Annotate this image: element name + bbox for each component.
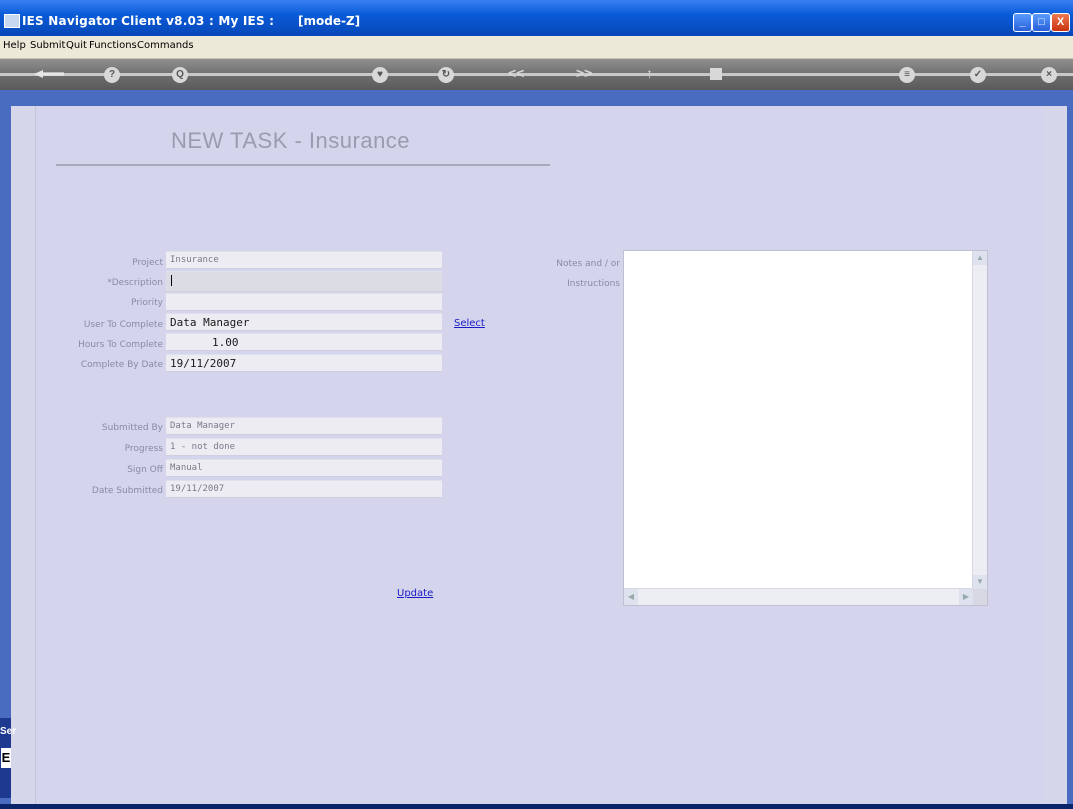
update-link[interactable]: Update bbox=[397, 588, 433, 599]
user-to-complete-value: Data Manager bbox=[170, 316, 250, 329]
app-window: IES Navigator Client v8.03 : My IES : [m… bbox=[0, 0, 1073, 809]
project-label: Project bbox=[132, 258, 163, 268]
project-field[interactable]: Insurance bbox=[166, 251, 442, 269]
hours-value: 1.00 bbox=[212, 336, 239, 349]
sign-off-field: Manual bbox=[166, 459, 442, 477]
refresh-icon[interactable]: ↻ bbox=[438, 67, 454, 83]
menu-icon[interactable]: ≡ bbox=[899, 67, 915, 83]
complete-by-field[interactable]: 19/11/2007 bbox=[166, 354, 442, 372]
next-icon[interactable]: >> bbox=[576, 65, 592, 81]
up-icon[interactable]: ↑ bbox=[646, 65, 653, 81]
menu-submit[interactable]: Submit bbox=[30, 40, 65, 51]
stop-icon[interactable] bbox=[710, 68, 722, 80]
maximize-button[interactable]: □ bbox=[1032, 13, 1051, 32]
complete-by-label: Complete By Date bbox=[80, 360, 163, 370]
scroll-down-icon[interactable]: ▼ bbox=[973, 575, 987, 589]
submitted-by-label: Submitted By bbox=[101, 423, 163, 433]
prev-icon[interactable]: << bbox=[508, 65, 524, 81]
menu-quit[interactable]: Quit bbox=[66, 40, 87, 51]
mode-indicator: [mode-Z] bbox=[298, 14, 361, 28]
progress-label: Progress bbox=[124, 444, 163, 454]
date-submitted-label: Date Submitted bbox=[91, 486, 163, 496]
hours-label: Hours To Complete bbox=[78, 340, 163, 350]
date-submitted-field: 19/11/2007 bbox=[166, 480, 442, 498]
close-button[interactable]: X bbox=[1051, 13, 1070, 32]
project-value: Insurance bbox=[170, 255, 219, 265]
select-user-link[interactable]: Select bbox=[454, 318, 485, 329]
frame-border-bottom bbox=[0, 804, 1073, 809]
instructions-label: Instructions bbox=[567, 279, 620, 289]
user-to-complete-label: User To Complete bbox=[83, 320, 163, 330]
progress-field: 1 - not done bbox=[166, 438, 442, 456]
frame-border-right bbox=[1067, 90, 1073, 804]
title-divider bbox=[56, 164, 550, 166]
title-bar[interactable]: IES Navigator Client v8.03 : My IES : [m… bbox=[0, 0, 1073, 36]
menu-functions[interactable]: Functions bbox=[89, 40, 137, 51]
text-caret bbox=[171, 275, 172, 286]
scroll-left-icon[interactable]: ◀ bbox=[624, 589, 638, 605]
hours-field[interactable]: 1.00 bbox=[166, 333, 442, 351]
sign-off-label: Sign Off bbox=[127, 465, 163, 475]
toolbar: ? Q ♥ ↻ << >> ↑ ≡ ✓ × bbox=[0, 59, 1073, 90]
ok-icon[interactable]: ✓ bbox=[970, 67, 986, 83]
priority-label: Priority bbox=[130, 298, 163, 308]
back-arrow-icon[interactable] bbox=[34, 70, 64, 78]
side-taskbar-item[interactable]: E bbox=[1, 748, 11, 768]
close-icon[interactable]: × bbox=[1041, 67, 1057, 83]
frame-border-top bbox=[0, 90, 1073, 106]
notes-horizontal-scrollbar[interactable]: ◀ ▶ bbox=[624, 588, 973, 605]
help-icon[interactable]: ? bbox=[104, 67, 120, 83]
menu-bar: Help Submit Quit Functions Commands bbox=[0, 36, 1073, 59]
progress-value: 1 - not done bbox=[170, 442, 236, 452]
heart-icon[interactable]: ♥ bbox=[372, 67, 388, 83]
date-submitted-value: 19/11/2007 bbox=[170, 484, 225, 494]
app-icon bbox=[4, 14, 20, 28]
submitted-by-field: Data Manager bbox=[166, 417, 442, 435]
description-input[interactable] bbox=[166, 271, 442, 292]
search-icon[interactable]: Q bbox=[172, 67, 188, 83]
frame-border-left bbox=[0, 90, 11, 804]
complete-by-value: 19/11/2007 bbox=[170, 357, 237, 370]
description-label: *Description bbox=[107, 278, 163, 288]
minimize-button[interactable]: _ bbox=[1013, 13, 1032, 32]
user-to-complete-field[interactable]: Data Manager bbox=[166, 313, 442, 331]
priority-field[interactable] bbox=[166, 293, 442, 311]
submitted-by-value: Data Manager bbox=[170, 421, 236, 431]
notes-textarea[interactable]: ▲ ▼ ◀ ▶ bbox=[623, 250, 988, 606]
page-title: NEW TASK - Insurance bbox=[171, 128, 411, 153]
window-title: IES Navigator Client v8.03 : My IES : bbox=[22, 14, 275, 28]
notes-label: Notes and / or bbox=[556, 259, 620, 269]
menu-help[interactable]: Help bbox=[3, 40, 26, 51]
sign-off-value: Manual bbox=[170, 463, 203, 473]
menu-commands[interactable]: Commands bbox=[137, 40, 194, 51]
resize-grip[interactable] bbox=[973, 589, 987, 605]
side-taskbar-label: Ser bbox=[0, 726, 17, 737]
scroll-up-icon[interactable]: ▲ bbox=[973, 251, 987, 265]
scroll-right-icon[interactable]: ▶ bbox=[959, 589, 973, 605]
notes-vertical-scrollbar[interactable]: ▲ ▼ bbox=[972, 251, 987, 589]
